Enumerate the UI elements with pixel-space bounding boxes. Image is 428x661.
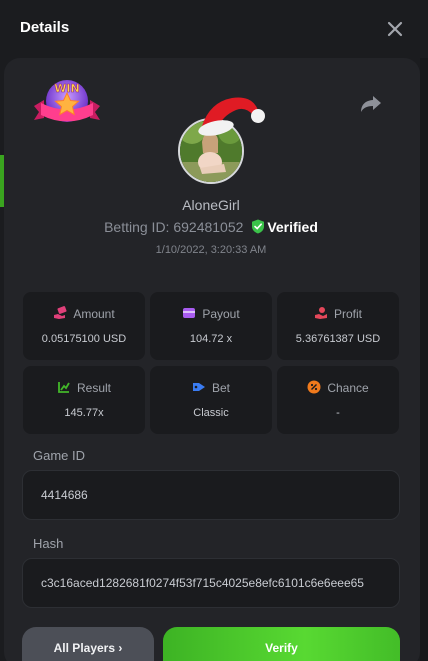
santa-hat-icon <box>198 97 265 136</box>
modal-title: Details <box>20 19 70 36</box>
game-id-field[interactable]: 4414686 <box>22 470 400 520</box>
money-hand-icon <box>54 306 67 319</box>
stat-label: Amount <box>73 307 115 321</box>
modal-header: Details <box>0 0 428 58</box>
tag-icon <box>192 383 205 391</box>
stat-value: - <box>336 407 340 419</box>
game-id-value: 4414686 <box>41 488 88 502</box>
stat-card-bet: Bet Classic <box>150 366 272 434</box>
stat-value: 5.36761387 USD <box>295 333 381 345</box>
stat-label: Profit <box>333 307 362 321</box>
stat-label: Bet <box>211 381 230 395</box>
win-badge-icon: WIN <box>34 80 100 122</box>
betting-id-value: 692481052 <box>173 219 244 235</box>
stat-value: 0.05175100 USD <box>41 333 127 345</box>
scrollbar-track[interactable] <box>420 58 428 661</box>
profit-hand-icon <box>314 307 327 319</box>
share-button[interactable] <box>358 92 384 116</box>
win-badge-text: WIN <box>54 82 79 95</box>
stat-card-amount: Amount 0.05175100 USD <box>23 292 145 360</box>
stat-value: Classic <box>193 407 229 419</box>
verified-shield-icon <box>252 219 265 234</box>
stat-card-profit: Profit 5.36761387 USD <box>277 292 399 360</box>
betting-id-label: Betting ID: <box>104 219 170 235</box>
stat-label: Payout <box>202 307 240 321</box>
verify-label: Verify <box>265 641 298 655</box>
player-name: AloneGirl <box>182 197 240 213</box>
hash-value: c3c16aced1282681f0274f53f715c4025e8efc61… <box>41 576 364 590</box>
hash-field[interactable]: c3c16aced1282681f0274f53f715c4025e8efc61… <box>22 558 400 608</box>
stat-label: Chance <box>327 381 369 395</box>
wallet-icon <box>183 308 196 318</box>
verify-button[interactable]: Verify <box>163 627 400 661</box>
stat-value: 104.72 x <box>189 333 233 345</box>
game-id-label: Game ID <box>33 448 86 463</box>
stat-card-chance: Chance - <box>277 366 399 434</box>
details-modal: Details WIN AloneGirl Betting ID: 692481… <box>0 0 428 661</box>
close-icon <box>387 21 403 37</box>
stat-card-payout: Payout 104.72 x <box>150 292 272 360</box>
verified-label: Verified <box>267 219 318 235</box>
all-players-label: All Players › <box>53 641 123 655</box>
stat-label: Result <box>76 381 111 395</box>
share-icon <box>361 96 381 112</box>
stat-card-result: Result 145.77x <box>23 366 145 434</box>
hash-label: Hash <box>33 536 64 551</box>
betting-id-row: Betting ID: 692481052 Verified <box>0 219 422 235</box>
bet-timestamp: 1/10/2022, 3:20:33 AM <box>155 244 267 256</box>
close-button[interactable] <box>384 18 406 40</box>
all-players-button[interactable]: All Players › <box>22 627 154 661</box>
result-icon <box>58 382 70 393</box>
percent-icon <box>307 380 321 394</box>
stat-value: 145.77x <box>64 407 104 419</box>
